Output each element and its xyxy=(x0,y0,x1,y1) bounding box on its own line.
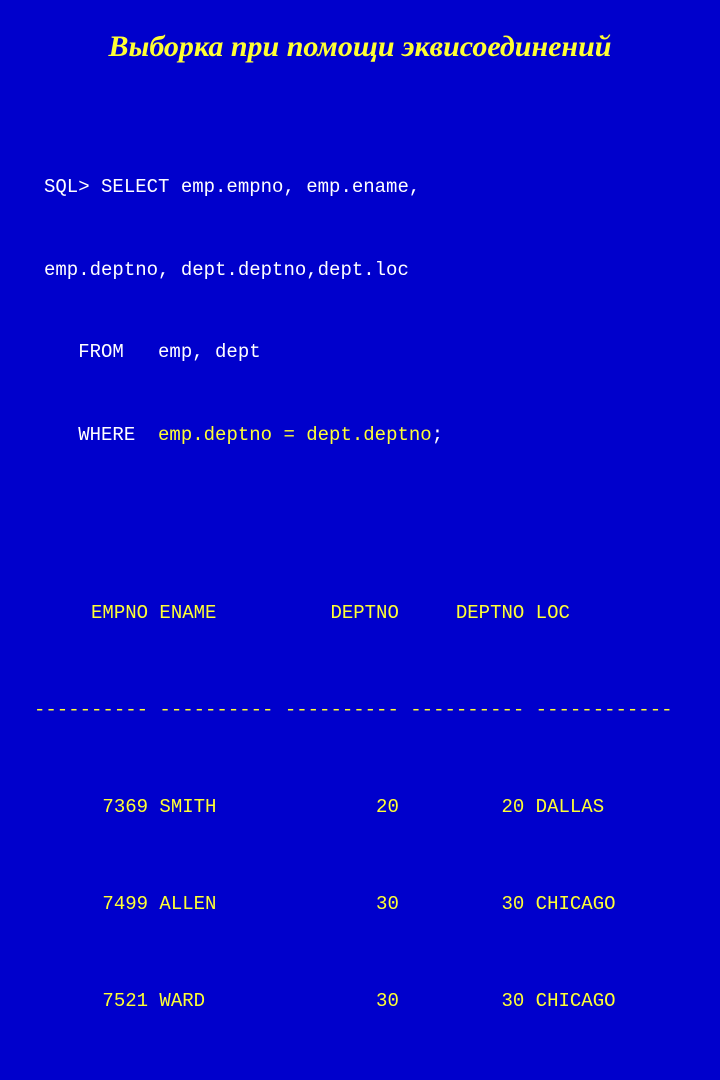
sql-semicolon: ; xyxy=(432,424,443,446)
result-divider: ---------- ---------- ---------- -------… xyxy=(34,694,690,726)
table-row: 7521 WARD 30 30 CHICAGO xyxy=(34,985,690,1017)
sql-line-4: WHERE emp.deptno = dept.deptno; xyxy=(44,422,690,450)
table-row: 7499 ALLEN 30 30 CHICAGO xyxy=(34,888,690,920)
sql-result-block: EMPNO ENAME DEPTNO DEPTNO LOC ----------… xyxy=(34,533,690,1080)
result-header: EMPNO ENAME DEPTNO DEPTNO LOC xyxy=(34,597,690,629)
sql-query-block: SQL> SELECT emp.empno, emp.ename, emp.de… xyxy=(44,119,690,505)
sql-where-keyword: WHERE xyxy=(44,424,158,446)
sql-line-1: SQL> SELECT emp.empno, emp.ename, xyxy=(44,174,690,202)
table-row: 7369 SMITH 20 20 DALLAS xyxy=(34,791,690,823)
slide: Выборка при помощи эквисоединений SQL> S… xyxy=(0,0,720,540)
slide-title: Выборка при помощи эквисоединений xyxy=(30,30,690,64)
sql-line-3: FROM emp, dept xyxy=(44,339,690,367)
sql-line-2: emp.deptno, dept.deptno,dept.loc xyxy=(44,257,690,285)
sql-where-condition: emp.deptno = dept.deptno xyxy=(158,424,432,446)
